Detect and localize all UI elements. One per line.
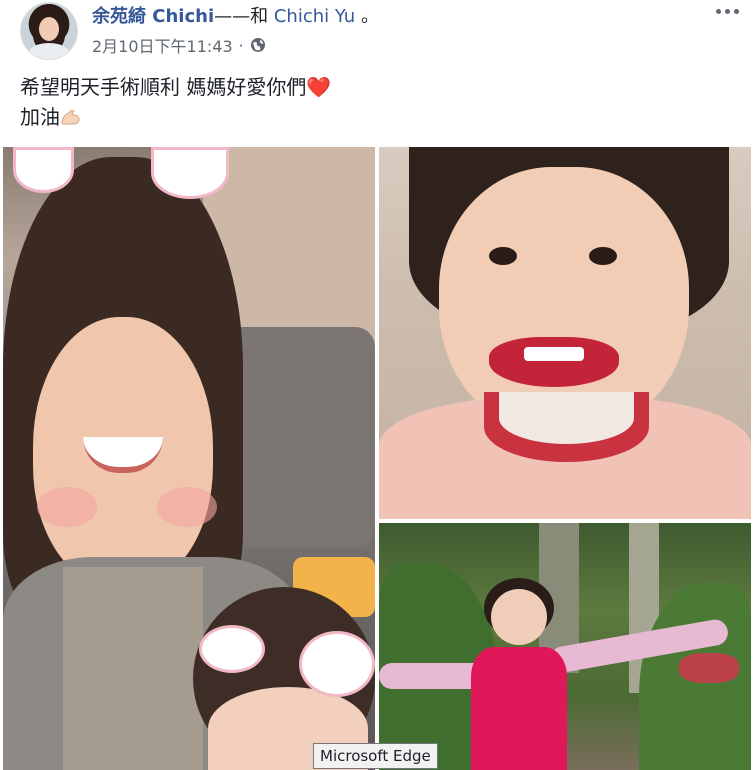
post-text-line-2: 加油 (20, 102, 720, 132)
photo-girl-lipstick[interactable] (379, 147, 751, 519)
post-text-content-2: 加油 (20, 105, 60, 129)
face (491, 589, 547, 645)
bunny-ear-left (13, 147, 74, 193)
bunny-ear-right (151, 147, 229, 199)
avatar-shirt (29, 43, 69, 59)
baby-bunny-ear-left (199, 625, 265, 673)
post-header: 余苑綺 Chichi——和 Chichi Yu 。 2月10日下午11:43 · (0, 0, 754, 64)
blush-right (157, 487, 217, 527)
post-body-text: 希望明天手術順利 媽媽好愛你們❤️ 加油 (20, 72, 720, 132)
lipstick-mouth (489, 337, 619, 387)
post-text-line-1: 希望明天手術順利 媽媽好愛你們❤️ (20, 72, 720, 102)
camo-shirt (63, 567, 203, 770)
muscle-emoji-icon (61, 109, 80, 125)
globe-icon[interactable] (250, 37, 266, 53)
tagged-user-link[interactable]: Chichi Yu (274, 6, 355, 27)
dot-icon (724, 8, 730, 14)
eye-right (589, 247, 617, 265)
more-options-icon[interactable] (712, 2, 742, 20)
collar-inner (499, 392, 634, 444)
post-timestamp-link[interactable]: 2月10日下午11:43 (92, 33, 233, 57)
dot-icon (715, 8, 721, 14)
browser-tooltip: Microsoft Edge (313, 743, 438, 769)
facebook-post: 余苑綺 Chichi——和 Chichi Yu 。 2月10日下午11:43 ·… (0, 0, 754, 770)
dot-icon (733, 8, 739, 14)
photo-mother-bunny-filter[interactable] (3, 147, 375, 770)
avatar-face (39, 17, 59, 41)
author-name-link[interactable]: 余苑綺 Chichi (92, 6, 214, 27)
pillow (223, 327, 375, 547)
blush-left (37, 487, 97, 527)
eye-left (489, 247, 517, 265)
baby-bunny-ear-right (299, 631, 375, 697)
author-avatar[interactable] (20, 2, 78, 60)
teeth (524, 347, 584, 361)
flowers (679, 653, 739, 683)
heart-emoji: ❤️ (306, 75, 332, 99)
photo-girl-outdoors[interactable] (379, 523, 751, 770)
title-period: 。 (360, 6, 379, 27)
post-title-line: 余苑綺 Chichi——和 Chichi Yu 。 (92, 2, 379, 27)
post-meta: 2月10日下午11:43 · (92, 34, 266, 56)
post-text-content-1: 希望明天手術順利 媽媽好愛你們 (20, 75, 307, 99)
meta-separator: · (238, 35, 244, 55)
pink-vest (471, 647, 567, 770)
with-text: ——和 (214, 6, 269, 27)
